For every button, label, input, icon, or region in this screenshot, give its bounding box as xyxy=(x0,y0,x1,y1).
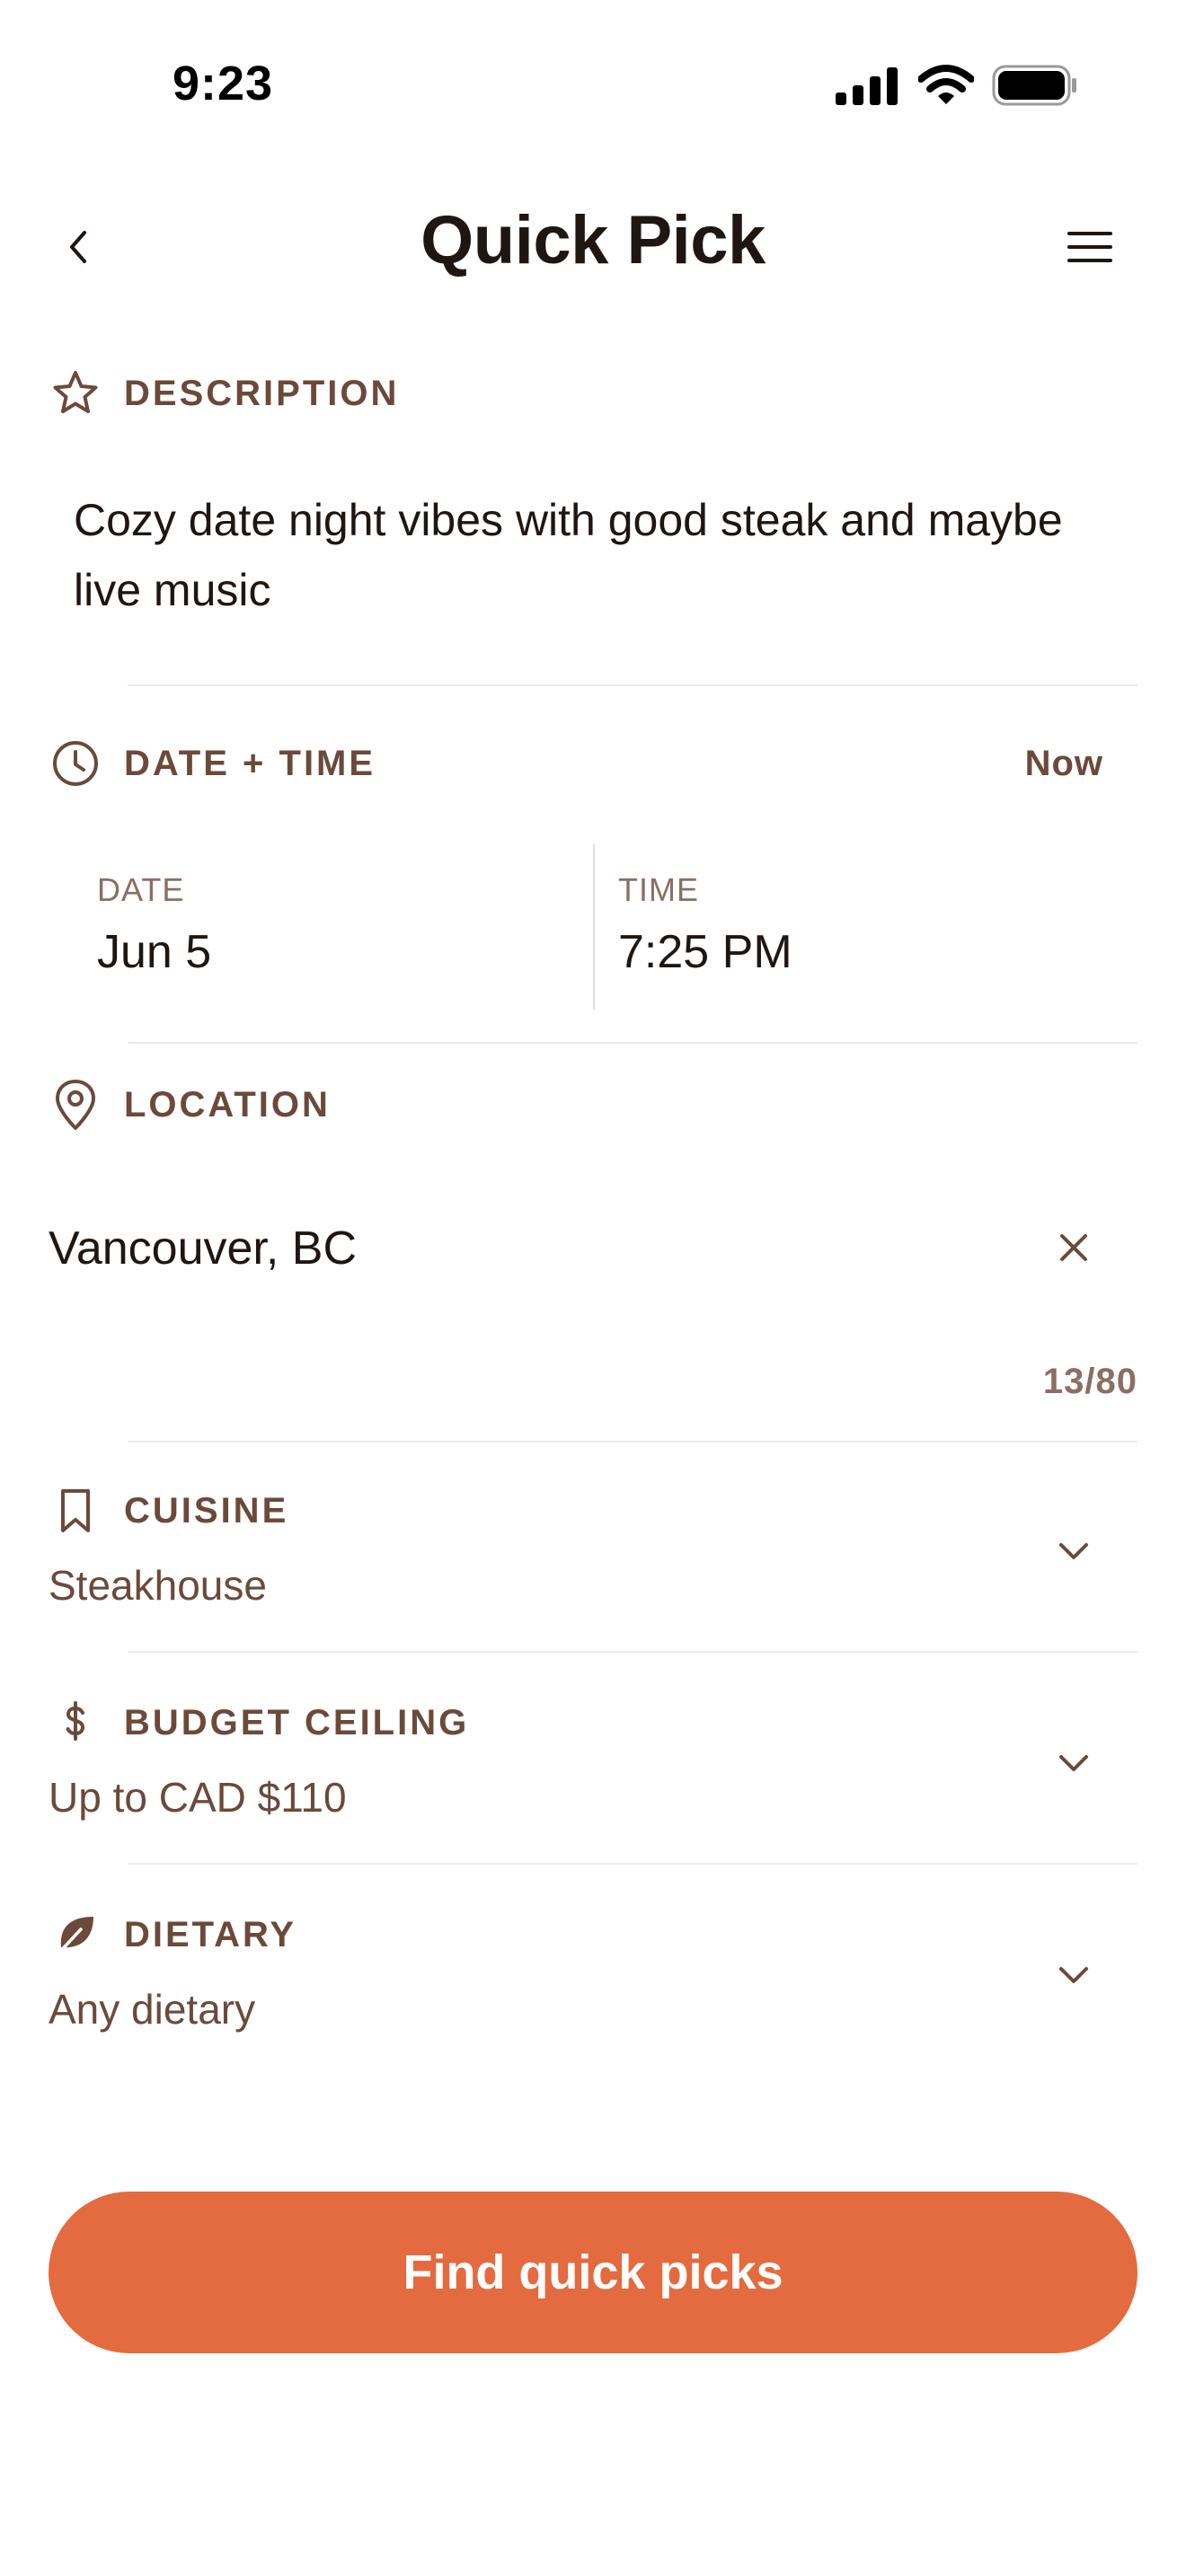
datetime-section-header: DATE + TIME xyxy=(49,737,376,790)
divider xyxy=(128,1651,1137,1653)
location-input[interactable]: Vancouver, BC xyxy=(49,1222,357,1275)
time-label: TIME xyxy=(618,871,699,908)
time-value: 7:25 PM xyxy=(618,926,792,978)
budget-section-header[interactable]: BUDGET CEILING xyxy=(49,1696,469,1750)
divider xyxy=(128,1042,1137,1044)
date-picker[interactable]: DATE Jun 5 xyxy=(97,844,591,1010)
header: Quick Pick xyxy=(0,189,1186,305)
page-title: Quick Pick xyxy=(420,202,766,278)
location-label: LOCATION xyxy=(124,1084,331,1125)
menu-button[interactable] xyxy=(1058,216,1121,278)
cuisine-section-header[interactable]: CUISINE xyxy=(49,1484,288,1538)
battery-icon xyxy=(992,65,1076,106)
cuisine-dropdown-toggle[interactable] xyxy=(1042,1520,1105,1583)
description-input[interactable]: Cozy date night vibes with good steak an… xyxy=(74,485,1134,625)
dietary-value[interactable]: Any dietary xyxy=(49,1985,255,2033)
find-quick-picks-button[interactable]: Find quick picks xyxy=(49,2192,1137,2353)
status-icons xyxy=(836,65,1078,106)
wifi-icon xyxy=(918,65,974,104)
dietary-section-header[interactable]: DIETARY xyxy=(49,1908,296,1962)
hamburger-menu-icon xyxy=(1067,232,1112,262)
status-bar: 9:23 xyxy=(0,0,1186,171)
date-time-separator xyxy=(593,844,595,1010)
datetime-label: DATE + TIME xyxy=(124,743,376,783)
now-button[interactable]: Now xyxy=(1025,744,1103,784)
chevron-down-icon xyxy=(1059,1967,1088,1983)
date-value: Jun 5 xyxy=(97,926,212,978)
budget-value[interactable]: Up to CAD $110 xyxy=(49,1773,347,1822)
dollar-icon xyxy=(49,1696,102,1750)
cuisine-value[interactable]: Steakhouse xyxy=(49,1561,267,1610)
description-section-header: DESCRIPTION xyxy=(49,366,399,420)
location-char-count: 13/80 xyxy=(1042,1362,1137,1401)
description-label: DESCRIPTION xyxy=(124,373,400,413)
budget-label: BUDGET CEILING xyxy=(124,1702,470,1742)
leaf-icon xyxy=(49,1908,102,1962)
cellular-signal-icon xyxy=(836,67,898,105)
divider xyxy=(128,1441,1137,1442)
location-section-header: LOCATION xyxy=(49,1078,331,1132)
chevron-down-icon xyxy=(1059,1755,1088,1771)
cuisine-label: CUISINE xyxy=(124,1490,289,1531)
dietary-dropdown-toggle[interactable] xyxy=(1042,1944,1105,2007)
date-label: DATE xyxy=(97,871,185,908)
star-icon xyxy=(49,366,102,420)
clear-location-button[interactable] xyxy=(1042,1216,1105,1279)
bookmark-icon xyxy=(49,1484,102,1538)
divider xyxy=(128,1863,1137,1865)
close-icon xyxy=(1060,1234,1087,1261)
dietary-label: DIETARY xyxy=(124,1914,297,1954)
quick-pick-screen: 9:23 Quick Pick DESCRIPTION Cozy date ni… xyxy=(0,0,1186,2576)
chevron-down-icon xyxy=(1059,1543,1088,1559)
clock-icon xyxy=(49,737,102,790)
map-pin-icon xyxy=(49,1078,102,1132)
divider xyxy=(128,684,1137,686)
status-time: 9:23 xyxy=(173,57,274,110)
budget-dropdown-toggle[interactable] xyxy=(1042,1732,1105,1795)
time-picker[interactable]: TIME 7:25 PM xyxy=(618,844,1121,1010)
